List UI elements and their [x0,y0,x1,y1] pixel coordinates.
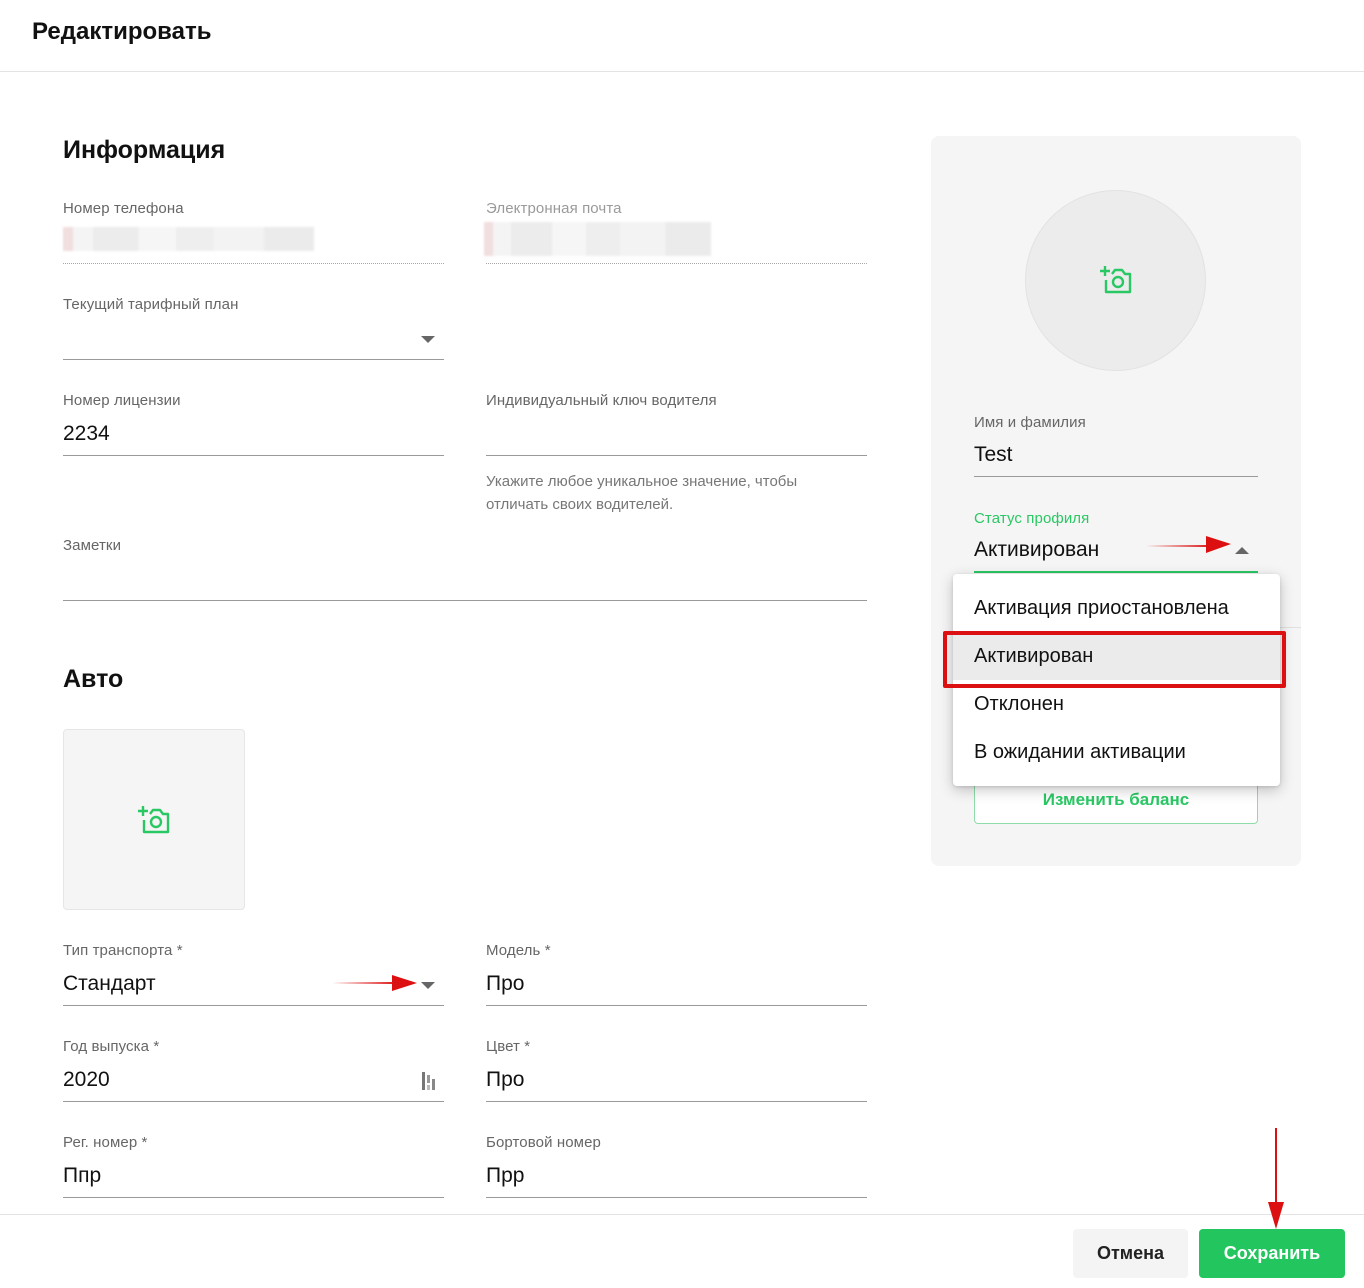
notes-input[interactable] [63,562,867,600]
reg-number-label: Рег. номер * [63,1134,148,1151]
board-number-input[interactable]: Прр [486,1164,524,1188]
transport-type-label: Тип транспорта * [63,942,183,959]
status-option-pending[interactable]: В ожидании активации [953,728,1280,776]
chevron-up-icon [1235,547,1249,554]
email-field-redacted [484,222,711,256]
save-button[interactable]: Сохранить [1199,1229,1345,1278]
license-input-underline [63,455,444,456]
status-select-underline [974,571,1258,573]
add-photo-icon [1100,266,1132,294]
tariff-label: Текущий тарифный план [63,296,239,313]
model-label: Модель * [486,942,551,959]
driver-key-input[interactable] [486,418,867,454]
reg-number-underline [63,1197,444,1198]
panel-divider [1280,627,1301,628]
status-option-suspended[interactable]: Активация приостановлена [953,584,1280,632]
color-input-underline [486,1101,867,1102]
auto-section-title: Авто [63,665,124,693]
driver-key-hint-line1: Укажите любое уникальное значение, чтобы [486,473,798,490]
annotation-highlight-box [943,631,1286,688]
status-value: Активирован [974,538,1100,561]
cancel-button[interactable]: Отмена [1073,1229,1188,1278]
year-input-underline [63,1101,444,1102]
info-section-title: Информация [63,136,226,164]
phone-field-redacted [63,227,314,251]
notes-input-underline [63,600,867,601]
color-input[interactable]: Про [486,1068,524,1092]
board-number-label: Бортовой номер [486,1134,601,1151]
driver-key-label: Индивидуальный ключ водителя [486,392,717,409]
annotation-arrow [332,975,417,991]
tariff-select-underline [63,359,444,360]
driver-key-hint-line2: отличать своих водителей. [486,496,674,513]
page-title: Редактировать [32,18,212,45]
name-input[interactable]: Test [974,443,1013,467]
transport-type-underline [63,1005,444,1006]
annotation-arrow [1268,1128,1284,1229]
color-label: Цвет * [486,1038,531,1055]
model-input-underline [486,1005,867,1006]
phone-label: Номер телефона [63,200,184,217]
year-input[interactable]: 2020 [63,1068,110,1092]
license-input[interactable]: 2234 [63,422,110,446]
year-label: Год выпуска * [63,1038,160,1055]
license-label: Номер лицензии [63,392,181,409]
status-label: Статус профиля [974,510,1090,527]
transport-type-value: Стандарт [63,972,156,995]
board-number-underline [486,1197,867,1198]
email-label: Электронная почта [486,200,622,217]
chevron-down-icon [421,982,435,989]
name-label: Имя и фамилия [974,414,1086,431]
phone-field-underline [63,263,444,264]
model-input[interactable]: Про [486,972,524,996]
reg-number-input[interactable]: Ппр [63,1164,101,1188]
chevron-down-icon [421,336,435,343]
calendar-icon[interactable] [421,1071,437,1091]
annotation-arrow [1146,536,1231,553]
car-photo-upload[interactable] [63,729,245,910]
notes-label: Заметки [63,537,122,554]
name-input-underline [974,476,1258,477]
avatar-upload[interactable] [1025,190,1206,371]
email-field-underline [486,263,867,264]
driver-key-input-underline [486,455,867,456]
tariff-select[interactable] [63,320,444,360]
add-photo-icon [138,806,170,834]
